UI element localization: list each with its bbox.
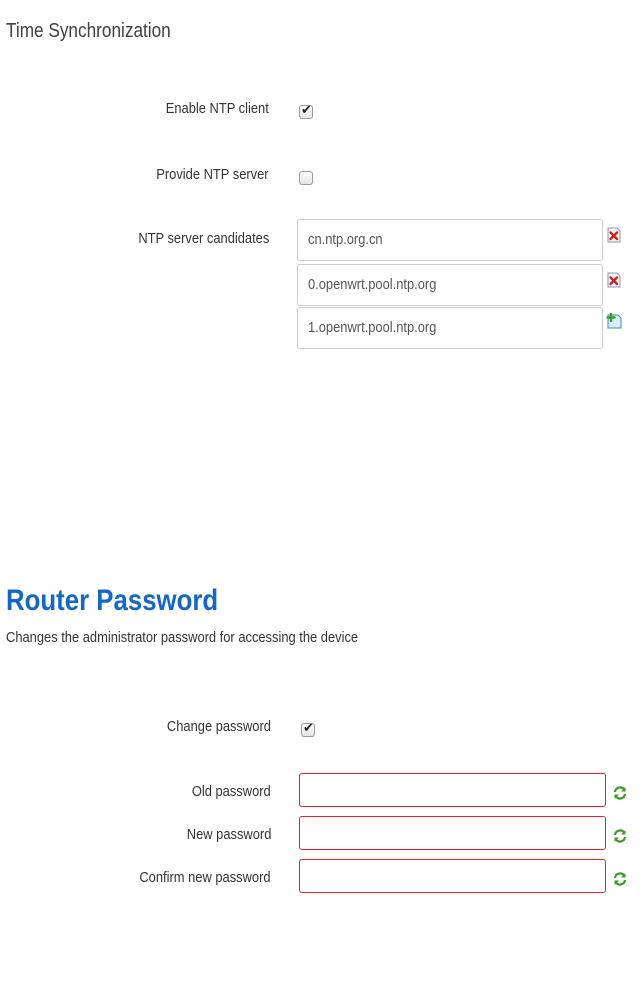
provide-ntp-server-checkbox[interactable] [299,171,313,185]
new-password-input[interactable] [299,816,606,850]
old-password-label: Old password [192,783,271,800]
ntp-server-value: 0.openwrt.pool.ntp.org [308,276,437,293]
new-password-label: New password [186,826,271,843]
checkmark-icon: ✔ [303,721,314,736]
ntp-server-input-2[interactable]: 0.openwrt.pool.ntp.org [297,264,603,306]
remove-icon[interactable] [606,272,622,288]
add-icon[interactable] [606,313,622,329]
reload-icon[interactable] [612,871,628,887]
section-title-router-password: Router Password [6,584,219,617]
provide-ntp-server-label: Provide NTP server [156,166,269,183]
page: Time Synchronization Enable NTP client ✔… [0,0,640,983]
ntp-server-value: 1.openwrt.pool.ntp.org [308,319,437,336]
change-password-checkbox[interactable]: ✔ [301,721,315,737]
enable-ntp-client-label: Enable NTP client [165,100,269,117]
section-description: Changes the administrator password for a… [6,629,359,646]
change-password-label: Change password [167,718,271,735]
ntp-server-candidates-label: NTP server candidates [138,230,269,247]
ntp-server-input-1[interactable]: cn.ntp.org.cn [297,219,603,261]
old-password-input[interactable] [299,773,606,807]
reload-icon[interactable] [612,828,628,844]
ntp-server-input-3[interactable]: 1.openwrt.pool.ntp.org [297,307,603,349]
confirm-password-input[interactable] [299,859,606,893]
checkmark-icon: ✔ [301,103,312,118]
section-title-time-sync: Time Synchronization [6,20,171,42]
remove-icon[interactable] [606,227,622,243]
ntp-server-value: cn.ntp.org.cn [308,231,383,248]
confirm-password-label: Confirm new password [139,869,271,886]
enable-ntp-client-checkbox[interactable]: ✔ [299,103,313,119]
reload-icon[interactable] [612,785,628,801]
